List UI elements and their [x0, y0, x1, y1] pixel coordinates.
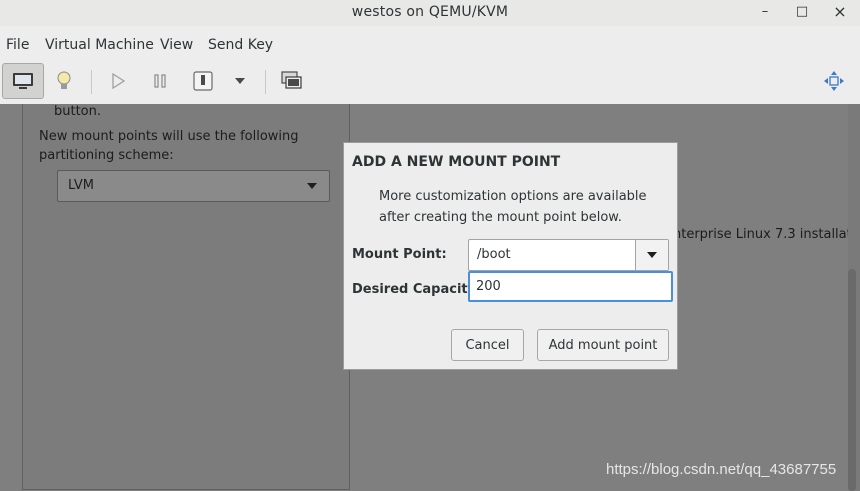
chevron-down-icon: [307, 183, 317, 189]
left-panel: button. New mount points will use the fo…: [22, 104, 350, 490]
watermark-text: https://blog.csdn.net/qq_43687755: [606, 461, 837, 478]
dialog-info-line1: More customization options are available: [379, 189, 647, 204]
partition-scheme-value: LVM: [68, 178, 94, 193]
shutdown-button[interactable]: [184, 64, 222, 98]
run-icon: [112, 73, 125, 89]
partition-scheme-select[interactable]: LVM: [57, 170, 330, 202]
toolbar-separator: [265, 70, 266, 94]
maximize-button[interactable]: □: [791, 2, 813, 22]
console-icon: [13, 73, 33, 89]
menu-send-key[interactable]: Send Key: [208, 37, 273, 53]
snapshot-icon: [281, 71, 302, 89]
run-button[interactable]: [99, 64, 137, 98]
desired-capacity-input[interactable]: [468, 271, 673, 302]
mount-point-dropdown-button[interactable]: [635, 240, 668, 270]
guest-scroll-thumb[interactable]: [848, 269, 856, 491]
toolbar-separator: [91, 70, 92, 94]
mount-point-label: Mount Point:: [352, 247, 447, 262]
menu-virtual-machine[interactable]: Virtual Machine: [45, 37, 154, 53]
toolbar: [0, 60, 860, 104]
window-titlebar: westos on QEMU/KVM – □ ×: [0, 0, 860, 26]
chevron-down-icon: [647, 252, 657, 258]
close-button[interactable]: ×: [829, 2, 851, 22]
snapshot-button[interactable]: [273, 64, 311, 98]
cancel-button[interactable]: Cancel: [451, 329, 524, 361]
fullscreen-icon: [824, 71, 844, 91]
dialog-info: More customization options are available…: [379, 186, 659, 228]
details-bulb-icon: [57, 71, 71, 89]
left-fragment-text: button.: [54, 104, 102, 119]
install-summary-fragment: nterprise Linux 7.3 installatio: [673, 227, 860, 242]
console-button[interactable]: [2, 63, 44, 99]
dialog-title: ADD A NEW MOUNT POINT: [352, 154, 561, 170]
window-title: westos on QEMU/KVM: [351, 4, 509, 20]
dialog-info-line2: after creating the mount point below.: [379, 210, 622, 225]
menubar: File Virtual Machine View Send Key: [0, 30, 860, 60]
details-button[interactable]: [45, 64, 83, 98]
menu-file[interactable]: File: [6, 37, 29, 53]
mount-point-combo[interactable]: /boot: [468, 239, 669, 271]
add-mount-point-dialog: ADD A NEW MOUNT POINT More customization…: [343, 142, 678, 370]
add-mount-point-button[interactable]: Add mount point: [537, 329, 669, 361]
fullscreen-button[interactable]: [815, 64, 853, 98]
desired-capacity-label: Desired Capacity:: [352, 282, 482, 297]
minimize-button[interactable]: –: [754, 2, 776, 22]
mount-point-value: /boot: [477, 247, 511, 262]
shutdown-icon: [193, 71, 213, 91]
partition-hint-line1: New mount points will use the following: [39, 129, 299, 144]
pause-button[interactable]: [141, 64, 179, 98]
shutdown-menu-button[interactable]: [222, 64, 258, 98]
partition-hint-line2: partitioning scheme:: [39, 148, 174, 163]
menu-view[interactable]: View: [160, 37, 193, 53]
dropdown-icon: [235, 78, 245, 84]
pause-icon: [154, 74, 166, 88]
